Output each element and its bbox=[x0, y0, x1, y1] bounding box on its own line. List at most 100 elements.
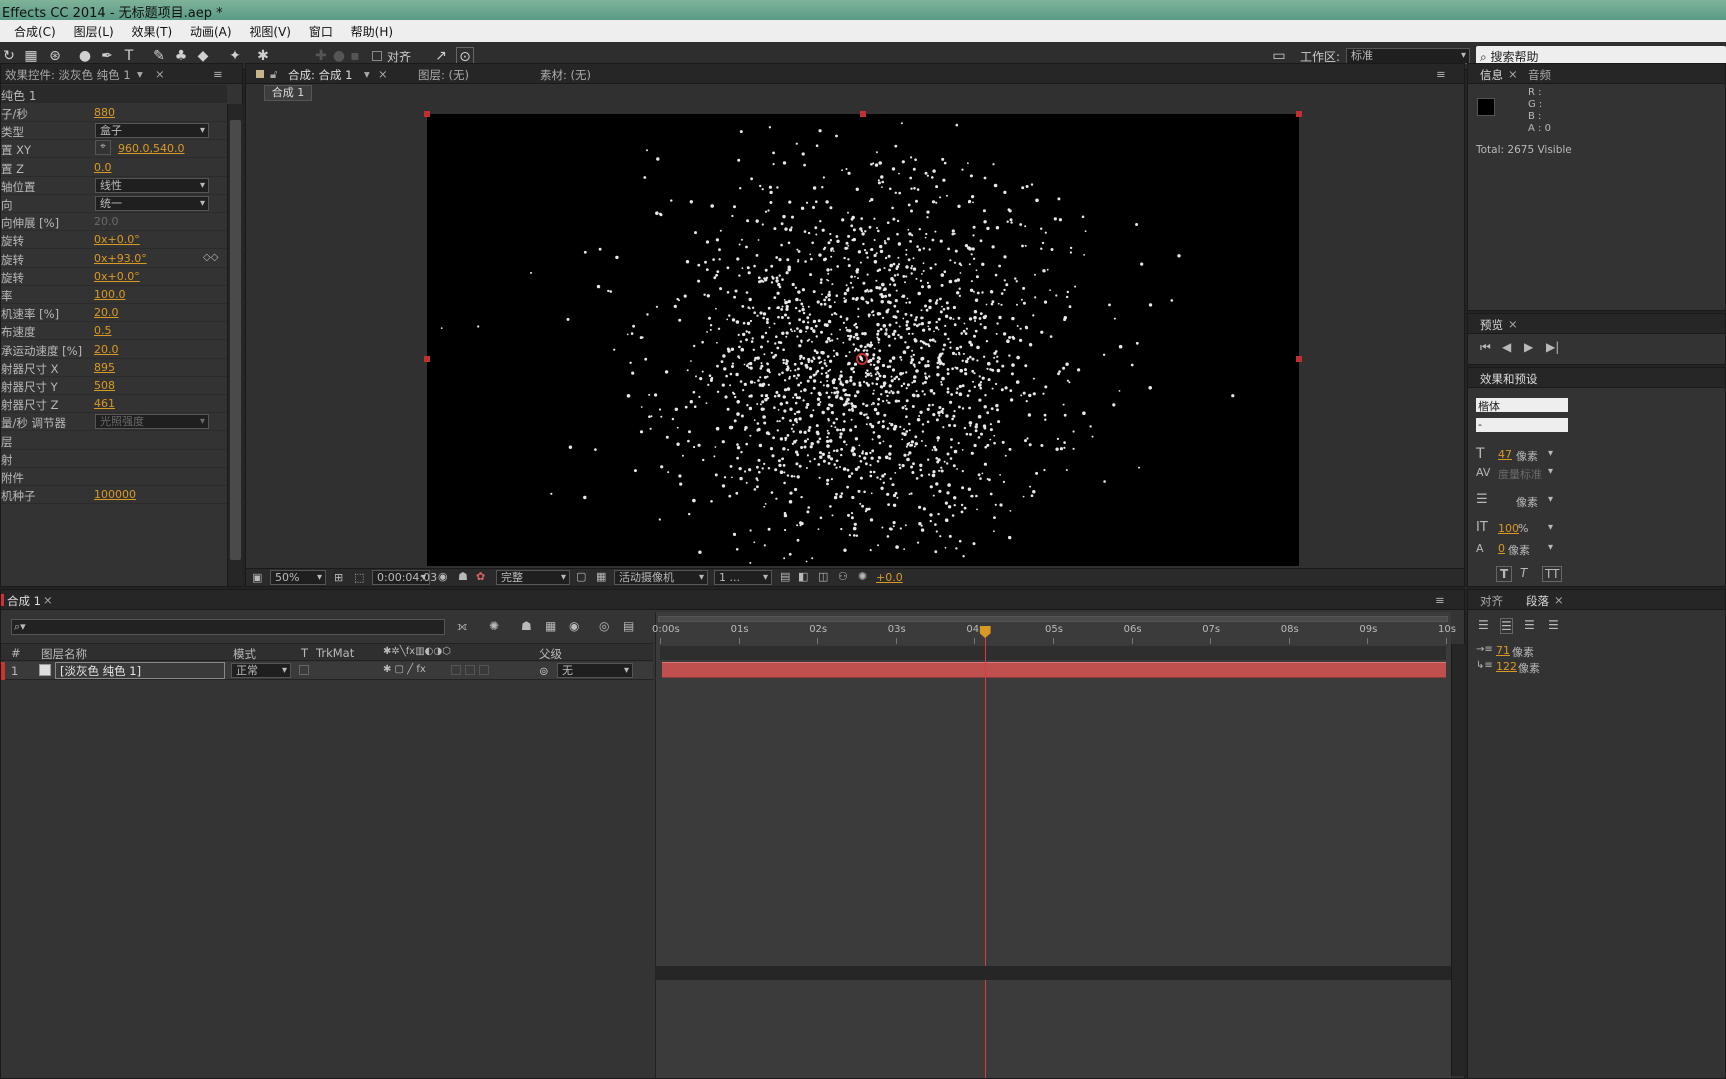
close-icon[interactable]: × bbox=[378, 67, 388, 81]
property-value[interactable]: 461 bbox=[94, 397, 115, 410]
close-icon[interactable]: × bbox=[1554, 593, 1564, 607]
effect-property-row[interactable]: 机种子 100000 bbox=[1, 486, 246, 505]
chevron-down-icon[interactable]: ▾ bbox=[1548, 542, 1553, 553]
transform-handle[interactable] bbox=[860, 111, 866, 117]
region-of-interest-icon[interactable]: ▢ bbox=[576, 570, 586, 583]
effect-property-row[interactable]: 类型 盒子 bbox=[1, 122, 246, 141]
transform-handle[interactable] bbox=[1296, 111, 1302, 117]
playhead[interactable] bbox=[984, 626, 986, 1078]
effect-property-row[interactable]: 附件 bbox=[1, 468, 246, 486]
font-family-field[interactable]: 楷体 bbox=[1476, 398, 1568, 413]
chevron-down-icon[interactable]: ▾ bbox=[1548, 494, 1553, 505]
property-dropdown[interactable]: 统一 bbox=[95, 196, 209, 211]
fast-preview-icon[interactable]: ◧ bbox=[798, 570, 808, 583]
effect-property-row[interactable]: 射器尺寸 Y 508 bbox=[1, 377, 246, 395]
toggle-pixel-icon[interactable]: ▤ bbox=[780, 570, 790, 583]
frame-blending-icon[interactable]: ▦ bbox=[545, 619, 556, 633]
effect-property-row[interactable]: 向伸展 [%] 20.0 bbox=[1, 213, 246, 232]
always-preview-icon[interactable]: ▣ bbox=[252, 571, 262, 584]
italic-text-button[interactable]: T bbox=[1520, 566, 1527, 580]
preserve-transparency-checkbox[interactable] bbox=[299, 665, 309, 675]
fit-icon[interactable]: ⊞ bbox=[334, 571, 343, 584]
chevron-down-icon[interactable]: ▾ bbox=[137, 67, 143, 81]
property-value[interactable]: 100000 bbox=[94, 488, 136, 501]
padlock-icon[interactable]: 🔓︎ bbox=[270, 67, 277, 82]
property-value[interactable]: 20.0 bbox=[94, 215, 119, 228]
flowchart-icon[interactable]: ⚇ bbox=[838, 570, 848, 583]
effect-property-row[interactable]: 置 Z 0.0 bbox=[1, 159, 246, 177]
blend-mode-select[interactable]: 正常 bbox=[231, 663, 291, 678]
timeline-search-input[interactable]: ⌕▾ bbox=[11, 619, 445, 635]
keyframe-navigator-icon[interactable]: ◇◇ bbox=[203, 252, 218, 263]
play-icon[interactable]: ▶ bbox=[1524, 340, 1533, 354]
all-caps-button[interactable]: TT bbox=[1542, 566, 1563, 582]
chevron-down-icon[interactable]: ▾ bbox=[1548, 522, 1553, 533]
justify-icon[interactable]: ☰ bbox=[1548, 618, 1559, 632]
anchor-point[interactable] bbox=[856, 353, 868, 365]
tracking-value[interactable]: 度量标准 bbox=[1498, 466, 1542, 482]
property-value[interactable]: 880 bbox=[94, 106, 115, 119]
align-left-icon[interactable]: ☰ bbox=[1478, 618, 1489, 632]
effect-controls-scrollbar[interactable] bbox=[227, 104, 243, 586]
font-size-value[interactable]: 47 bbox=[1498, 448, 1512, 461]
effect-property-row[interactable]: 射器尺寸 Z 461 bbox=[1, 395, 246, 414]
layer-color-label[interactable] bbox=[1, 662, 5, 680]
timeline-tab[interactable]: 合成 1 bbox=[7, 593, 41, 609]
region-icon[interactable]: ⬚ bbox=[354, 571, 364, 584]
align-center-icon[interactable]: ☰ bbox=[1500, 618, 1513, 634]
property-value[interactable]: 0.5 bbox=[94, 324, 112, 337]
audio-tab[interactable]: 音频 bbox=[1528, 67, 1551, 83]
effect-property-row[interactable]: 层 bbox=[1, 432, 246, 450]
effect-property-row[interactable]: 置 XY ⌖ 960.0,540.0 bbox=[1, 140, 246, 159]
transform-handle[interactable] bbox=[424, 111, 430, 117]
close-icon[interactable]: × bbox=[1508, 67, 1518, 81]
graph-editor-icon[interactable]: ◎ bbox=[599, 619, 609, 633]
time-ruler[interactable]: 0:00s 01s 02s 03s 04s 05s 06s 07s 08s 09s 10s bbox=[652, 624, 1456, 644]
timeline-vertical-scrollbar[interactable] bbox=[1451, 644, 1465, 1076]
property-value[interactable]: 895 bbox=[94, 361, 115, 374]
timeline-icon[interactable]: ◫ bbox=[818, 570, 828, 583]
chevron-down-icon[interactable]: ▾ bbox=[364, 67, 370, 81]
panel-menu-icon[interactable]: ≡ bbox=[1436, 67, 1446, 81]
timecode-display[interactable]: 0:00:04:03 bbox=[372, 570, 437, 585]
effect-property-row[interactable]: 量/秒 调节器 光照强度 bbox=[1, 413, 246, 432]
transform-handle[interactable] bbox=[424, 356, 430, 362]
footage-tab[interactable]: 素材: (无) bbox=[540, 67, 591, 83]
chevron-down-icon[interactable]: ▾ bbox=[1548, 448, 1553, 459]
composition-tab[interactable]: 合成: 合成 1 bbox=[288, 67, 353, 83]
workspace-select[interactable]: 标准 bbox=[1346, 48, 1470, 64]
indent-first-value[interactable]: 122 bbox=[1496, 660, 1517, 673]
property-value[interactable]: 508 bbox=[94, 379, 115, 392]
switch-box[interactable] bbox=[451, 665, 461, 675]
first-frame-icon[interactable]: ⏮ bbox=[1480, 340, 1491, 355]
property-value[interactable]: 0x+0.0° bbox=[94, 233, 140, 246]
indent-left-value[interactable]: 71 bbox=[1496, 644, 1510, 657]
close-icon[interactable]: × bbox=[43, 593, 53, 607]
effect-property-row[interactable]: 射器尺寸 X 895 bbox=[1, 359, 246, 377]
effect-controls-tab[interactable]: 效果控件: 淡灰色 纯色 1 bbox=[5, 67, 131, 83]
snapshot-icon[interactable]: ◉ bbox=[438, 570, 448, 583]
property-dropdown[interactable]: 线性 bbox=[95, 177, 209, 193]
effects-presets-tab[interactable]: 效果和预设 bbox=[1480, 371, 1538, 387]
effect-property-row[interactable]: 布速度 0.5 bbox=[1, 322, 246, 341]
property-value[interactable]: 20.0 bbox=[94, 306, 119, 319]
close-icon[interactable]: × bbox=[155, 67, 165, 81]
effect-property-row[interactable]: 承运动速度 [%] 20.0 bbox=[1, 341, 246, 359]
show-snapshot-icon[interactable]: ☗ bbox=[458, 570, 468, 583]
panel-menu-icon[interactable]: ≡ bbox=[213, 67, 223, 81]
views-select[interactable]: 1 ... bbox=[714, 570, 772, 585]
crosshair-icon[interactable]: ⌖ bbox=[95, 140, 111, 156]
property-dropdown[interactable]: 光照强度 bbox=[95, 414, 209, 430]
snap-checkbox[interactable] bbox=[372, 51, 382, 61]
effect-property-row[interactable]: 射 bbox=[1, 450, 246, 468]
time-graph[interactable]: 0:00s 01s 02s 03s 04s 05s 06s 07s 08s 09s 10s bbox=[652, 612, 1456, 1078]
resolution-select[interactable]: 完整 bbox=[496, 570, 570, 585]
property-value[interactable]: 0x+0.0° bbox=[94, 270, 140, 283]
layer-switches[interactable]: ✱ ▢ ╱ fx bbox=[383, 664, 426, 675]
layer-tab[interactable]: 图层: (无) bbox=[418, 67, 469, 83]
zoom-select[interactable]: 50% bbox=[270, 570, 326, 585]
motion-blur-icon[interactable]: ◉ bbox=[569, 619, 579, 633]
menu-help[interactable]: 帮助(H) bbox=[351, 25, 393, 39]
effect-property-row[interactable]: 轴位置 线性 bbox=[1, 177, 246, 195]
effect-property-row[interactable]: 机速率 [%] 20.0 bbox=[1, 304, 246, 323]
